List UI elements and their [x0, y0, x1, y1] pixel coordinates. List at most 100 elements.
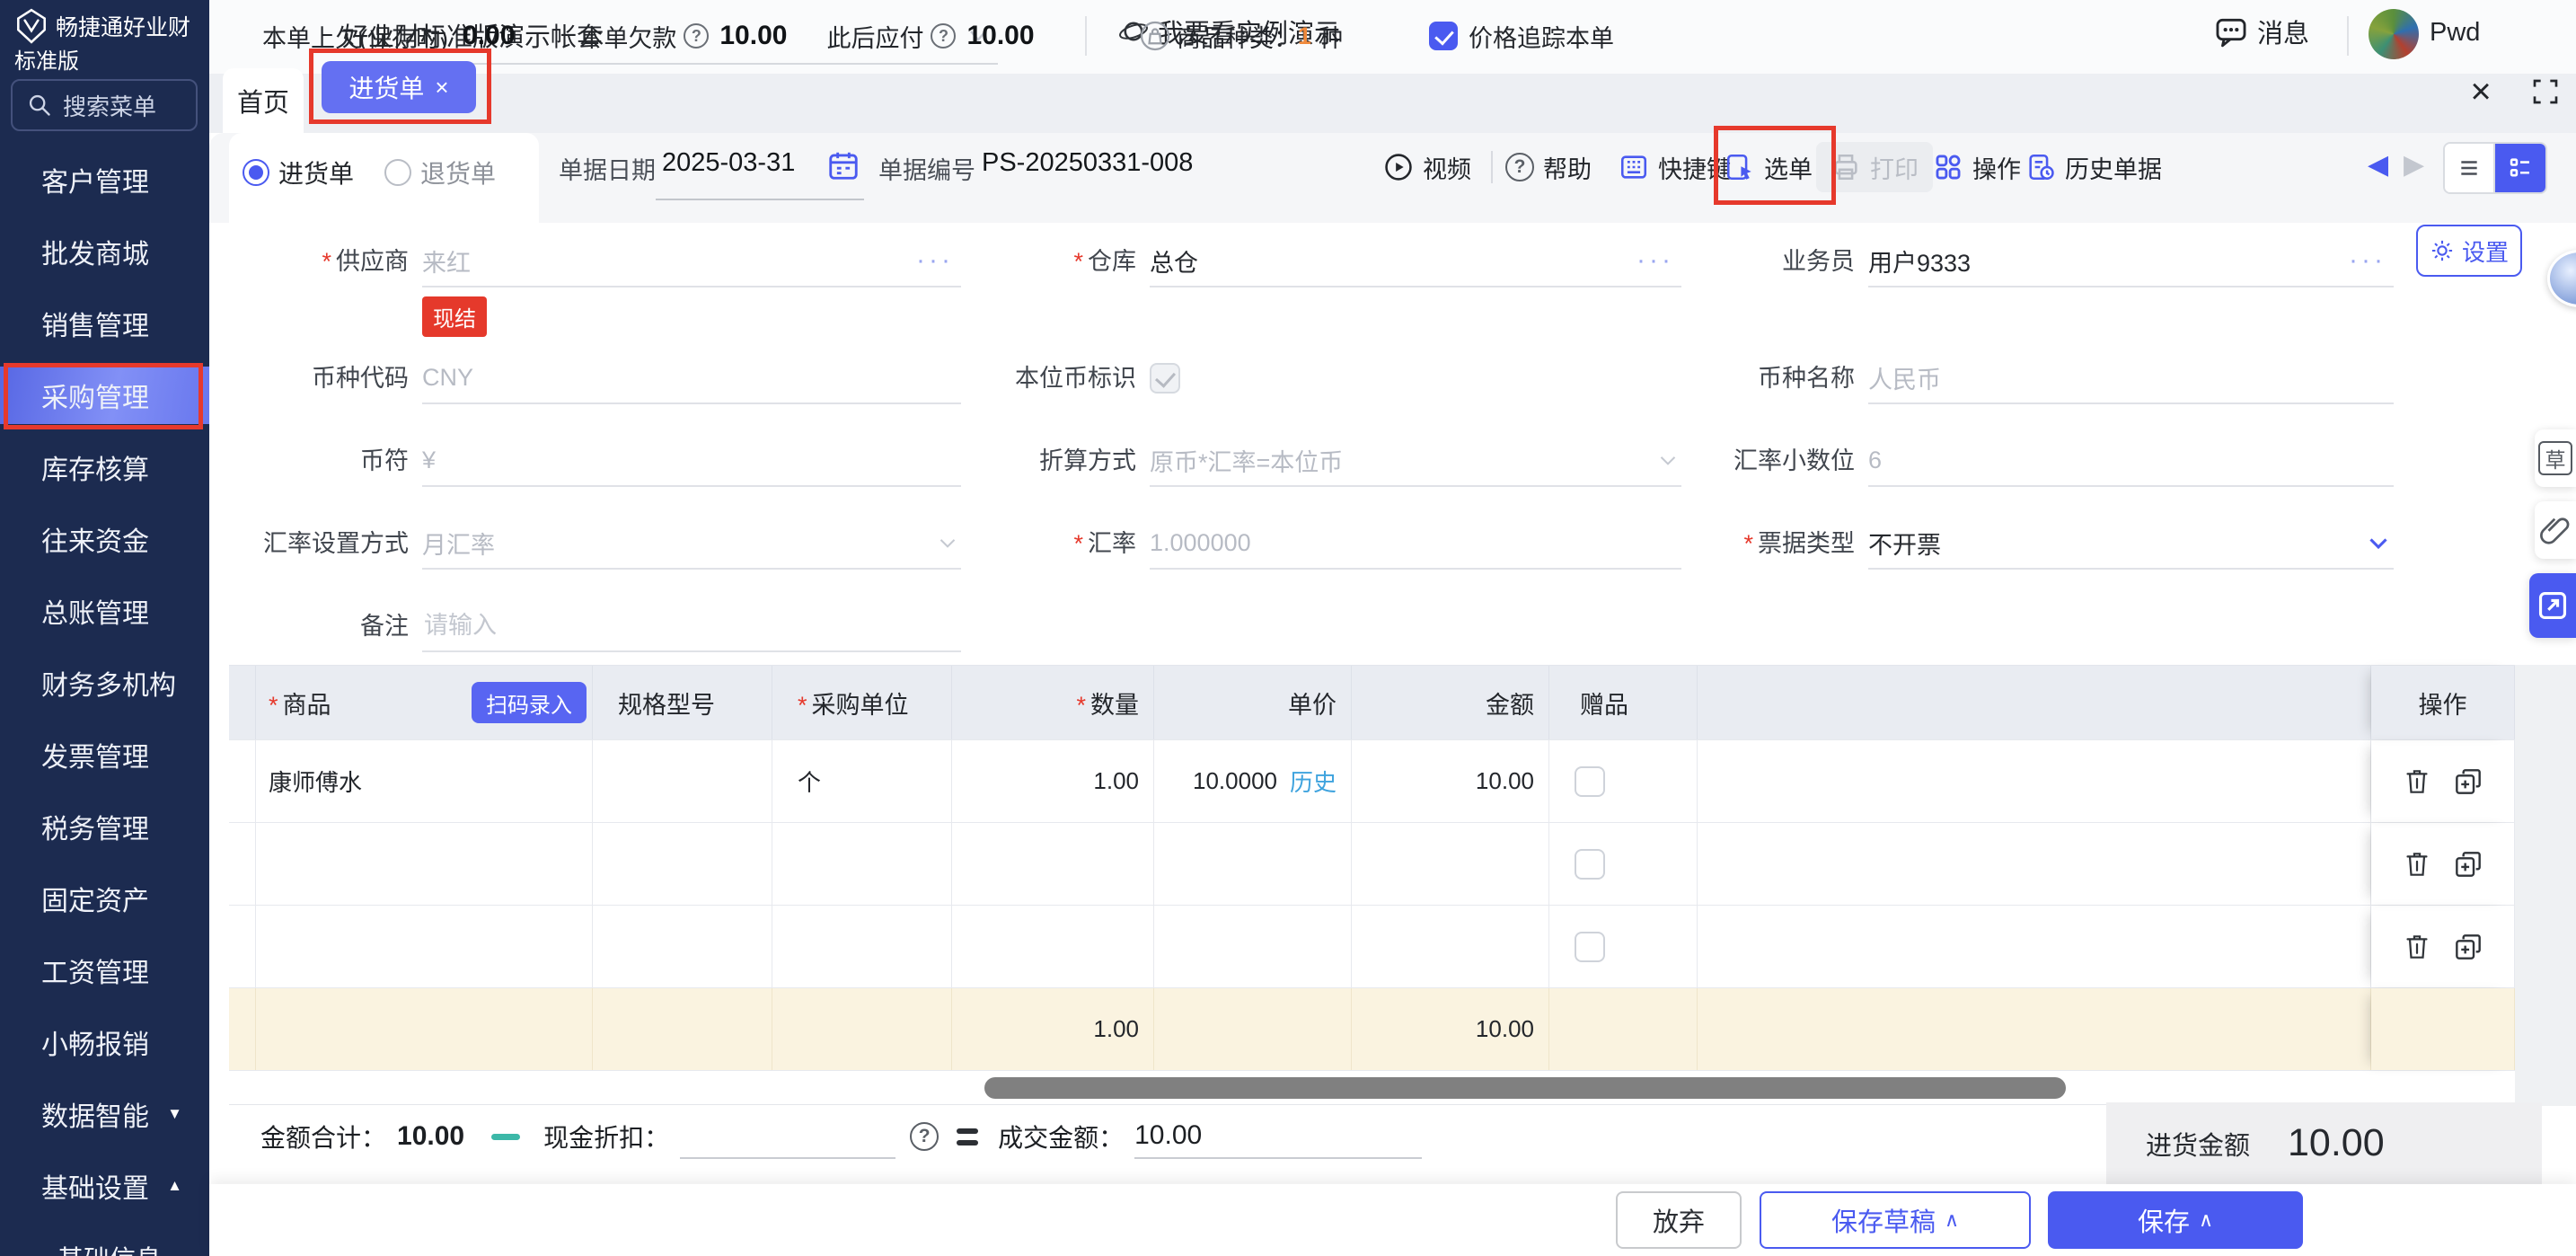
remark-input[interactable] — [422, 611, 961, 641]
cell-amount[interactable] — [1352, 823, 1549, 905]
copy-row-button[interactable] — [2454, 767, 2483, 796]
avatar[interactable] — [2369, 9, 2419, 59]
gift-checkbox[interactable] — [1575, 849, 1605, 880]
tab-close-icon[interactable]: × — [435, 75, 448, 99]
chevron-down-icon[interactable] — [2363, 527, 2394, 558]
cell-gift[interactable] — [1549, 906, 1698, 987]
cell-price[interactable]: 10.0000 历史 — [1154, 740, 1352, 822]
sidebar-item-purchase-mgmt[interactable]: 采购管理 — [0, 367, 209, 424]
cell-spec[interactable] — [593, 823, 772, 905]
table-row-3[interactable] — [229, 906, 2515, 988]
sidebar-item-customer-mgmt[interactable]: 客户管理 — [0, 151, 209, 208]
sidebar-item-payroll-mgmt[interactable]: 工资管理 — [0, 942, 209, 999]
cell-gift[interactable] — [1549, 740, 1698, 822]
discount-input[interactable] — [680, 1114, 895, 1159]
copy-row-button[interactable] — [2454, 933, 2483, 961]
cell-unit[interactable]: 个 — [772, 740, 952, 822]
radio-on-icon[interactable] — [243, 159, 269, 186]
sidebar-item-data-intelligence[interactable]: 数据智能 ▼ — [0, 1085, 209, 1143]
close-icon[interactable]: × — [2461, 75, 2501, 108]
export-floating-button[interactable] — [2529, 573, 2576, 638]
attachment-floating-button[interactable] — [2535, 501, 2576, 559]
sidebar-search[interactable]: 搜索菜单 — [11, 79, 198, 131]
sidebar-item-general-ledger[interactable]: 总账管理 — [0, 582, 209, 640]
gift-checkbox[interactable] — [1575, 932, 1605, 962]
view-compact-button[interactable] — [2445, 144, 2495, 192]
question-circle-icon[interactable]: ? — [910, 1122, 939, 1151]
sidebar-item-basic-settings[interactable]: 基础设置 ▲ — [0, 1157, 209, 1215]
question-circle-icon[interactable]: ? — [931, 23, 956, 49]
conversion-mode-select[interactable]: 原币*汇率=本位币 — [1150, 435, 1681, 487]
video-button[interactable]: 视频 — [1383, 142, 1471, 192]
sidebar-item-finance-multi-org[interactable]: 财务多机构 — [0, 654, 209, 712]
final-amount-field[interactable]: 10.00 — [1134, 1114, 1422, 1159]
fullscreen-icon[interactable] — [2526, 75, 2565, 108]
scrollbar-thumb[interactable] — [984, 1077, 2066, 1099]
radio-return[interactable]: 退货单 — [384, 155, 496, 190]
calendar-icon[interactable] — [826, 148, 860, 182]
settings-button[interactable]: 设置 — [2416, 225, 2522, 277]
more-icon[interactable]: ··· — [2349, 245, 2386, 276]
draft-floating-button[interactable]: 草 — [2535, 429, 2576, 487]
cell-amount[interactable]: 10.00 — [1352, 740, 1549, 822]
copy-row-button[interactable] — [2454, 850, 2483, 879]
cell-amount[interactable] — [1352, 906, 1549, 987]
cell-spec[interactable] — [593, 906, 772, 987]
invoice-type-select[interactable]: 不开票 — [1868, 517, 2394, 570]
cell-price[interactable] — [1154, 823, 1352, 905]
history-docs-button[interactable]: 历史单据 — [2025, 142, 2162, 192]
sidebar-item-fixed-assets[interactable]: 固定资产 — [0, 870, 209, 927]
cell-qty[interactable] — [952, 906, 1154, 987]
radio-purchase[interactable]: 进货单 — [243, 155, 354, 190]
action-button[interactable]: 操作 — [1933, 142, 2021, 192]
row-handle[interactable] — [229, 823, 256, 905]
prev-doc-arrow[interactable]: ◀ — [2368, 149, 2388, 181]
cell-spec[interactable] — [593, 740, 772, 822]
delete-row-button[interactable] — [2404, 767, 2430, 796]
horizontal-scrollbar[interactable] — [229, 1071, 2515, 1105]
sidebar-item-inventory-accounting[interactable]: 库存核算 — [0, 438, 209, 496]
delete-row-button[interactable] — [2404, 933, 2430, 961]
table-row-2[interactable] — [229, 823, 2515, 906]
remark-field[interactable] — [422, 600, 961, 652]
question-circle-icon[interactable]: ? — [684, 23, 709, 49]
date-value[interactable]: 2025-03-31 — [662, 148, 795, 178]
sidebar-item-basic-info[interactable]: 基础信息 — [0, 1229, 209, 1256]
sidebar-item-expense-claims[interactable]: 小畅报销 — [0, 1013, 209, 1071]
scan-entry-button[interactable]: 扫码录入 — [472, 682, 587, 723]
view-detail-button[interactable] — [2495, 144, 2545, 192]
delete-row-button[interactable] — [2404, 850, 2430, 879]
hotkey-button[interactable]: 快捷键 — [1619, 142, 1731, 192]
cell-unit[interactable] — [772, 906, 952, 987]
price-track-checkbox[interactable] — [1429, 22, 1458, 50]
rate-field[interactable]: 1.000000 — [1150, 517, 1681, 570]
cell-product[interactable] — [256, 823, 593, 905]
cell-qty[interactable]: 1.00 — [952, 740, 1154, 822]
sidebar-item-tax-mgmt[interactable]: 税务管理 — [0, 798, 209, 855]
cell-product[interactable]: 康师傅水 — [256, 740, 593, 822]
cell-qty[interactable] — [952, 823, 1154, 905]
gift-checkbox[interactable] — [1575, 766, 1605, 797]
clerk-field[interactable]: 用户9333 ··· — [1868, 235, 2394, 287]
cell-product[interactable] — [256, 906, 593, 987]
row-handle[interactable] — [229, 906, 256, 987]
sidebar-item-transactions-funds[interactable]: 往来资金 — [0, 510, 209, 568]
select-doc-button[interactable]: 选单 — [1725, 142, 1813, 192]
cell-gift[interactable] — [1549, 823, 1698, 905]
discard-button[interactable]: 放弃 — [1616, 1191, 1742, 1249]
cell-unit[interactable] — [772, 823, 952, 905]
row-handle[interactable] — [229, 740, 256, 822]
sidebar-item-wholesale-mall[interactable]: 批发商城 — [0, 223, 209, 280]
save-draft-button[interactable]: 保存草稿 ∧ — [1760, 1191, 2031, 1249]
supplier-field[interactable]: 来红 ··· — [422, 235, 961, 287]
messages-button[interactable]: 消息 — [2214, 13, 2309, 50]
price-history-link[interactable]: 历史 — [1290, 765, 1337, 798]
save-button[interactable]: 保存 ∧ — [2048, 1191, 2303, 1249]
cell-price[interactable] — [1154, 906, 1352, 987]
radio-off-icon[interactable] — [384, 159, 411, 186]
warehouse-field[interactable]: 总仓 ··· — [1150, 235, 1681, 287]
tab-home[interactable]: 首页 — [223, 68, 304, 133]
help-button[interactable]: ? 帮助 — [1505, 142, 1592, 192]
table-row-1[interactable]: 康师傅水 个 1.00 10.0000 历史 10.00 — [229, 740, 2515, 823]
rate-mode-select[interactable]: 月汇率 — [422, 517, 961, 570]
